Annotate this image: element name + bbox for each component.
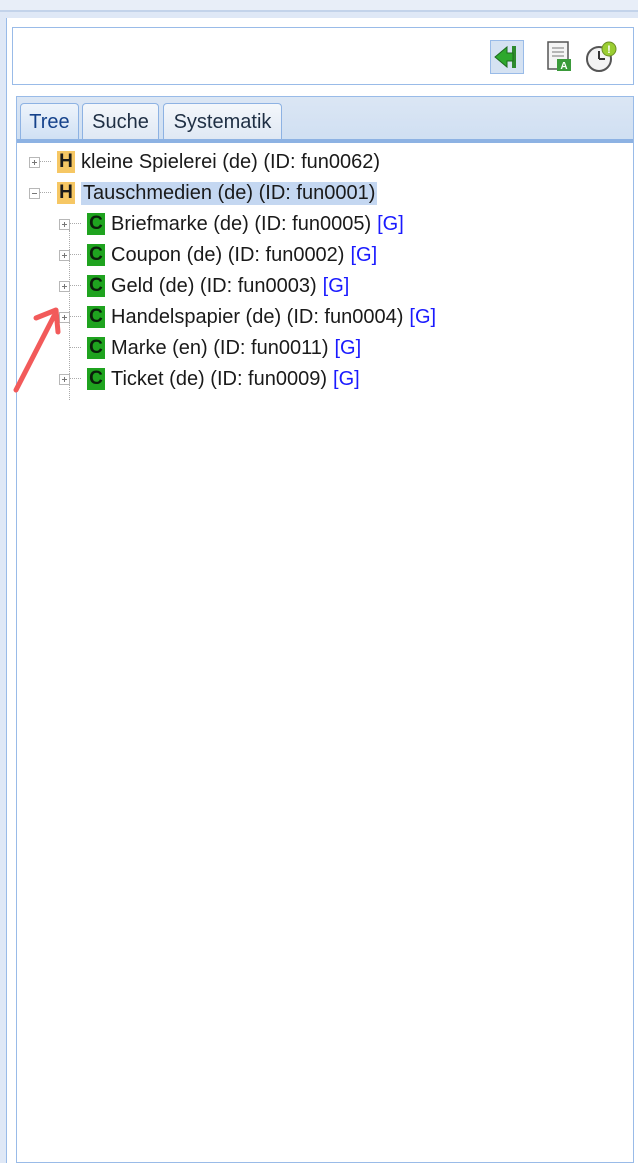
red-arrow-icon bbox=[13, 307, 61, 393]
